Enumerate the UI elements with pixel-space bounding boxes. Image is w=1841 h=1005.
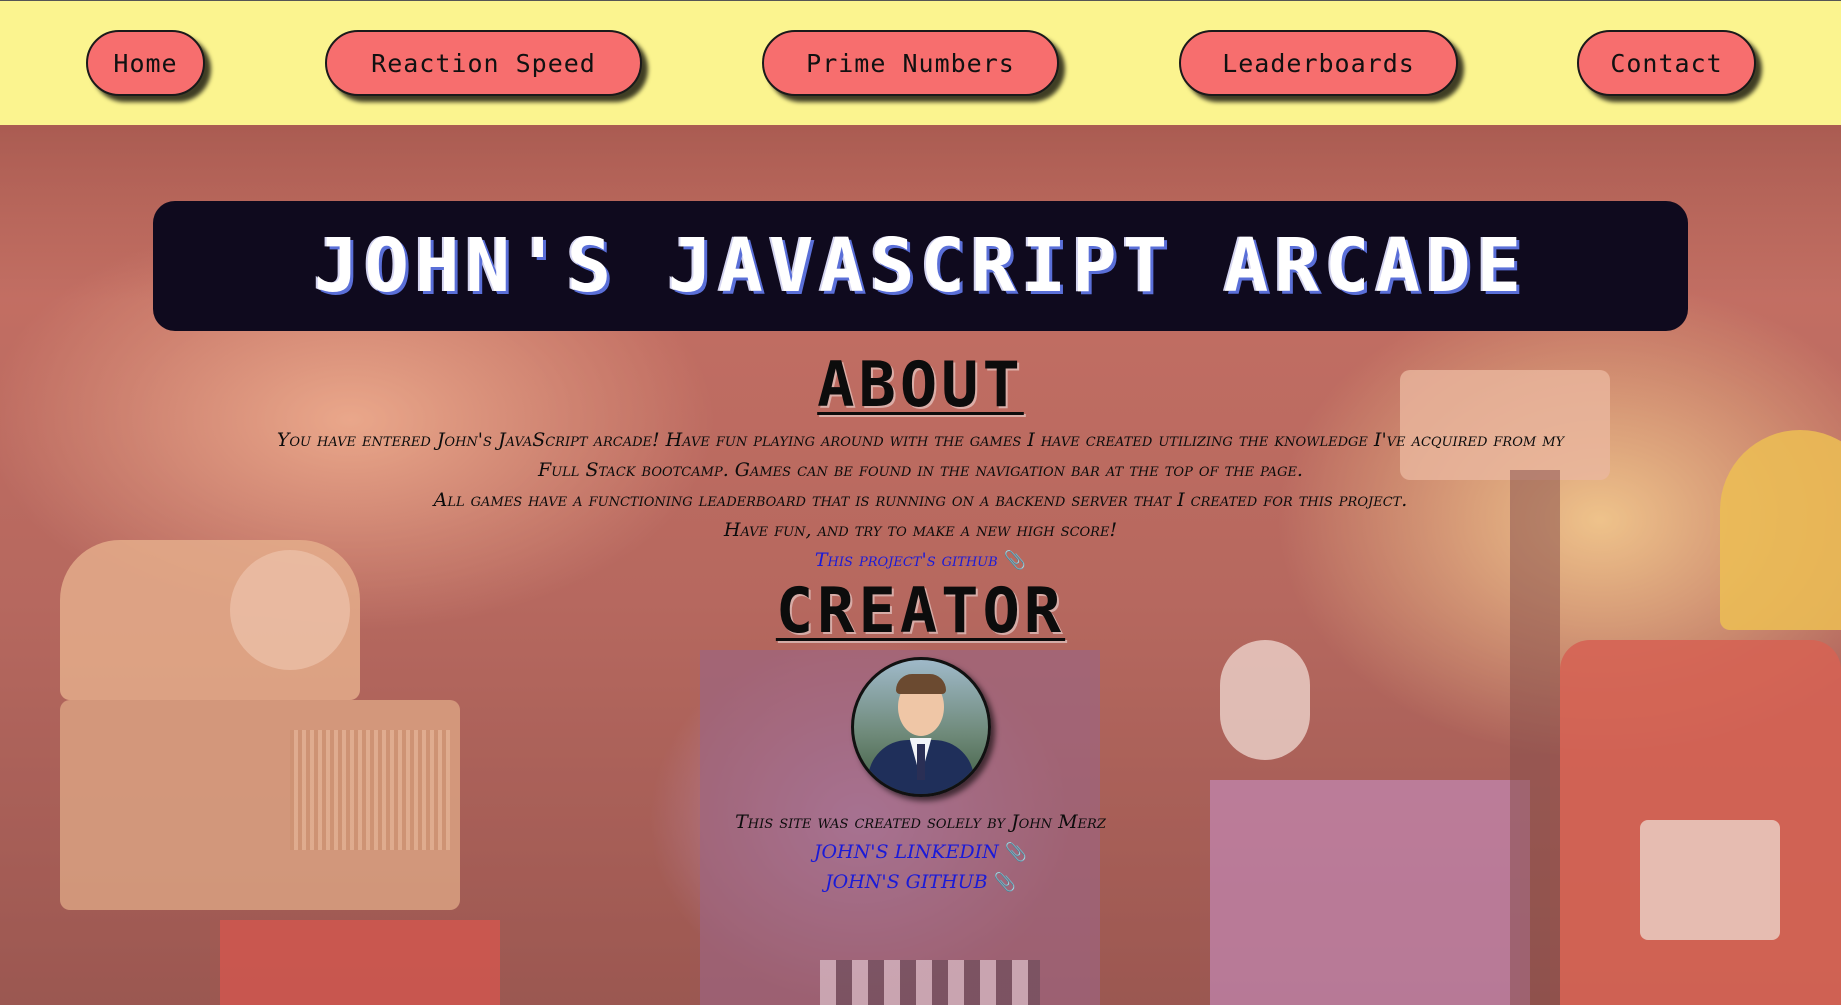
creator-avatar	[850, 657, 991, 797]
linkedin-row: JOHN'S LINKEDIN 📎	[0, 837, 1841, 867]
nav-reaction-speed-button[interactable]: Reaction Speed	[325, 30, 642, 96]
paperclip-icon: 📎	[1003, 550, 1027, 571]
about-heading: ABOUT	[817, 348, 1024, 421]
nav-leaderboards-button[interactable]: Leaderboards	[1179, 30, 1458, 96]
nav-prime-numbers-button[interactable]: Prime Numbers	[762, 30, 1059, 96]
about-paragraph-3: Have fun, and try to make a new high sco…	[723, 519, 1118, 541]
creator-credit: This site was created solely by John Mer…	[735, 811, 1106, 833]
project-github-link[interactable]: This project's github	[815, 549, 998, 571]
main-content: ABOUT You have entered John's JavaScript…	[0, 345, 1841, 897]
github-row: JOHN'S GITHUB 📎	[0, 867, 1841, 897]
avatar-hair	[895, 674, 946, 694]
linkedin-link[interactable]: JOHN'S LINKEDIN	[814, 841, 999, 863]
about-text: You have entered John's JavaScript arcad…	[271, 425, 1571, 545]
page-title: JOHN'S JAVASCRIPT ARCADE	[313, 223, 1528, 309]
title-banner: JOHN'S JAVASCRIPT ARCADE	[153, 201, 1688, 331]
paperclip-icon: 📎	[1004, 842, 1028, 863]
avatar-tie	[916, 744, 925, 780]
github-link[interactable]: JOHN'S GITHUB	[825, 871, 988, 893]
about-paragraph-1: You have entered John's JavaScript arcad…	[276, 429, 1565, 481]
creator-heading: CREATOR	[775, 574, 1066, 647]
navigation-bar: Home Reaction Speed Prime Numbers Leader…	[0, 0, 1841, 125]
paperclip-icon: 📎	[993, 872, 1016, 893]
nav-home-button[interactable]: Home	[86, 30, 205, 96]
nav-contact-button[interactable]: Contact	[1577, 30, 1756, 96]
about-paragraph-2: All games have a functioning leaderboard…	[433, 489, 1408, 511]
